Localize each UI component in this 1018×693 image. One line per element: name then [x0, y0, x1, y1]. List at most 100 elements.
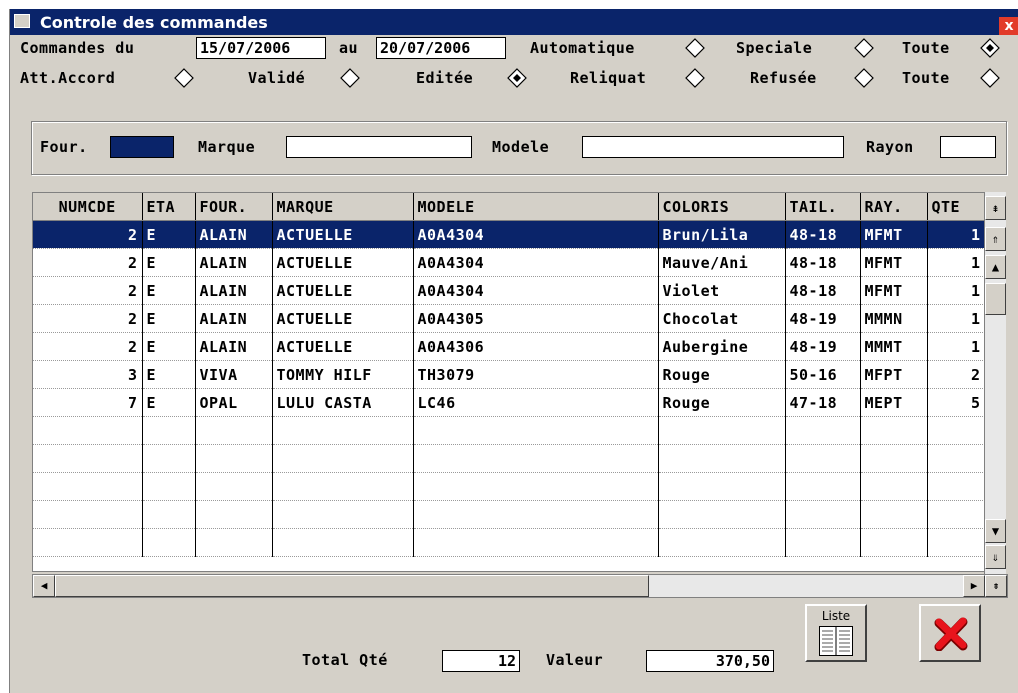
rayon-label: Rayon [866, 138, 914, 156]
table-cell: MFMT [860, 276, 928, 305]
empty-row[interactable] [33, 528, 986, 557]
scroll-thumb[interactable] [985, 283, 1006, 315]
four-field[interactable] [110, 136, 174, 158]
table-cell [658, 416, 786, 445]
cancel-button[interactable] [919, 604, 981, 662]
column-header[interactable]: RAY. [860, 193, 928, 221]
table-row[interactable]: 2 E ALAIN ACTUELLE A0A4304 Brun/Lila 48-18 MFMT… [33, 220, 986, 249]
marque-label: Marque [198, 138, 256, 156]
table-cell [927, 528, 986, 557]
marque-field[interactable] [286, 136, 472, 158]
rayon-field[interactable] [940, 136, 996, 158]
table-row[interactable]: 2 E ALAIN ACTUELLE A0A4304 Mauve/Ani 48-18 MFMT… [33, 248, 986, 277]
diamond-radio-icon [685, 68, 705, 88]
horizontal-scroll-thumb[interactable] [55, 575, 649, 597]
scroll-page-down-button[interactable]: ⇓ [985, 545, 1006, 569]
column-header[interactable]: TAIL. [785, 193, 861, 221]
table-cell [413, 500, 659, 529]
scroll-up-button[interactable]: ▲ [985, 255, 1006, 279]
scroll-top-button[interactable]: ⇞ [985, 196, 1006, 220]
table-cell [785, 416, 861, 445]
empty-row[interactable] [33, 500, 986, 529]
toute-status-radio[interactable] [980, 68, 1000, 88]
table-cell [413, 416, 659, 445]
date-to-field[interactable]: 20/07/2006 [376, 37, 506, 59]
table-cell: 2 [33, 276, 143, 305]
column-header[interactable]: QTE [927, 193, 986, 221]
table-cell: 1 [927, 332, 986, 361]
column-header[interactable]: FOUR. [195, 193, 273, 221]
table-cell [927, 500, 986, 529]
scroll-left-button[interactable]: ◀ [33, 575, 55, 597]
table-row[interactable]: 3 E VIVA TOMMY HILF TH3079 Rouge 50-16 MFPT 2 [33, 360, 986, 389]
table-cell [272, 500, 414, 529]
date-from-field[interactable]: 15/07/2006 [196, 37, 326, 59]
diamond-radio-icon [980, 38, 1000, 58]
scroll-down-button[interactable]: ▼ [985, 519, 1006, 543]
table-cell: MFPT [860, 360, 928, 389]
table-cell: Chocolat [658, 304, 786, 333]
column-header[interactable]: NUMCDE [33, 193, 143, 221]
table-cell: MMMT [860, 332, 928, 361]
table-cell: E [142, 220, 196, 249]
toute-type-radio[interactable] [980, 38, 1000, 58]
refusee-radio[interactable] [854, 68, 874, 88]
table-cell: 48-18 [785, 276, 861, 305]
table-cell: 7 [33, 388, 143, 417]
red-x-icon [934, 617, 968, 651]
toute-type-label: Toute [902, 39, 950, 57]
table-cell [658, 472, 786, 501]
editee-label: Editée [416, 69, 474, 87]
table-cell: 1 [927, 276, 986, 305]
table-cell: A0A4306 [413, 332, 659, 361]
table-cell: 48-18 [785, 248, 861, 277]
table-cell [33, 500, 143, 529]
column-header[interactable]: MARQUE [272, 193, 414, 221]
table-row[interactable]: 7 E OPAL LULU CASTA LC46 Rouge 47-18 MEPT 5 [33, 388, 986, 417]
automatique-radio[interactable] [685, 38, 705, 58]
column-header[interactable]: ETA [142, 193, 196, 221]
att-accord-radio[interactable] [174, 68, 194, 88]
table-cell: 1 [927, 304, 986, 333]
refusee-label: Refusée [750, 69, 817, 87]
table-cell: ACTUELLE [272, 220, 414, 249]
table-cell: TOMMY HILF [272, 360, 414, 389]
table-cell: 2 [33, 332, 143, 361]
reliquat-label: Reliquat [570, 69, 647, 87]
valide-radio[interactable] [340, 68, 360, 88]
empty-row[interactable] [33, 416, 986, 445]
modele-field[interactable] [582, 136, 844, 158]
valide-label: Validé [248, 69, 306, 87]
editee-radio[interactable] [507, 68, 527, 88]
table-cell [142, 416, 196, 445]
liste-button[interactable]: Liste [805, 604, 867, 662]
orders-table[interactable]: NUMCDE ETA FOUR. MARQUE MODELE COLORIS TAIL. RA… [32, 192, 1006, 572]
table-cell [142, 444, 196, 473]
empty-row[interactable] [33, 444, 986, 473]
table-cell: ACTUELLE [272, 332, 414, 361]
main-window: Controle des commandes x Commandes du 15… [9, 9, 1018, 693]
table-cell [195, 416, 273, 445]
table-row[interactable]: 2 E ALAIN ACTUELLE A0A4306 Aubergine 48-19 MMMT… [33, 332, 986, 361]
reliquat-radio[interactable] [685, 68, 705, 88]
horizontal-scrollbar[interactable]: ◀ ▶ ⇟ [32, 574, 1008, 598]
table-cell [785, 472, 861, 501]
scroll-right-button[interactable]: ▶ [963, 575, 985, 597]
table-cell: 47-18 [785, 388, 861, 417]
table-cell: E [142, 304, 196, 333]
table-row[interactable]: 2 E ALAIN ACTUELLE A0A4304 Violet 48-18 MFMT 1 [33, 276, 986, 305]
scroll-bottom-button[interactable]: ⇟ [985, 575, 1007, 597]
speciale-radio[interactable] [854, 38, 874, 58]
table-row[interactable]: 2 E ALAIN ACTUELLE A0A4305 Chocolat 48-19 MMMN 1 [33, 304, 986, 333]
table-cell [785, 528, 861, 557]
table-cell [927, 416, 986, 445]
liste-label: Liste [821, 609, 851, 623]
close-window-button[interactable]: x [999, 17, 1018, 35]
column-header[interactable]: COLORIS [658, 193, 786, 221]
empty-row[interactable] [33, 472, 986, 501]
column-header[interactable]: MODELE [413, 193, 659, 221]
scroll-page-up-button[interactable]: ⇑ [985, 227, 1006, 251]
table-cell: E [142, 248, 196, 277]
vertical-scrollbar[interactable]: ⇞ ⇑ ▲ ▼ ⇓ [984, 192, 1006, 578]
table-cell: OPAL [195, 388, 273, 417]
